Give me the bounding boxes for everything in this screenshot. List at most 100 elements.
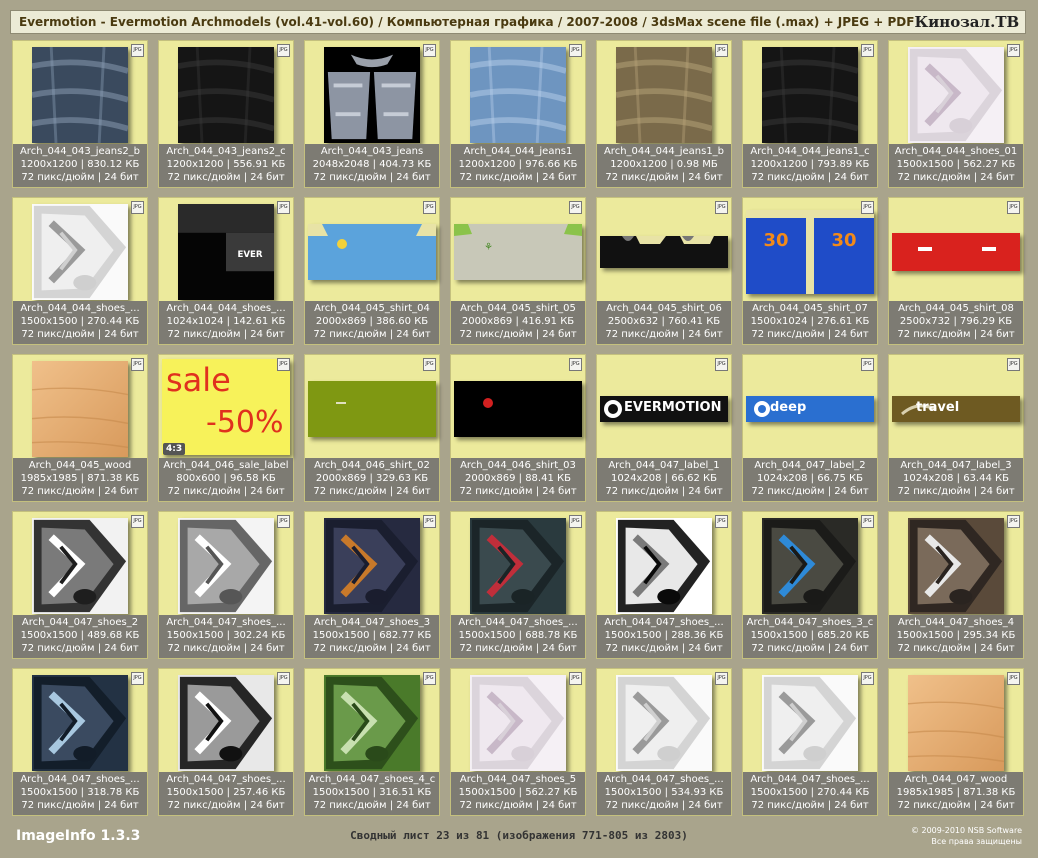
thumbnail-image[interactable]: deep <box>746 396 874 422</box>
thumbnail-cell[interactable]: JPG Arch_044_047_shoes_... 1500x1500 | 688… <box>450 511 586 659</box>
thumbnail-image[interactable]: travel <box>892 396 1020 422</box>
thumbnail-image[interactable] <box>616 675 712 771</box>
jpg-format-icon: JPG <box>1007 515 1020 528</box>
thumbnail-cell[interactable]: JPG Arch_044_045_wood 1985x1985 | 871.38 К… <box>12 354 148 502</box>
thumbnail-image[interactable] <box>616 47 712 143</box>
sale-text: sale <box>166 361 231 399</box>
thumbnail-cell[interactable]: JPG Arch_044_047_shoes_4_c 1500x1500 | 316… <box>304 668 440 816</box>
thumbnail-cell[interactable]: 30 30 JPG Arch_044_045_shirt_07 1500x1024 | … <box>742 197 878 345</box>
thumbnail-cell[interactable]: JPG Arch_044_044_shoes_01 1500x1500 | 562.… <box>888 40 1024 188</box>
file-meta: 72 пикс/дюйм | 24 бит <box>605 172 723 183</box>
jpg-format-icon: JPG <box>1007 201 1020 214</box>
thumbnail-cell[interactable]: JPG Arch_044_043_jeans 2048x2048 | 404.73 … <box>304 40 440 188</box>
thumbnail-image[interactable] <box>32 361 128 457</box>
thumbnail-cell[interactable]: JPG Arch_044_044_jeans1_b 1200x1200 | 0.98… <box>596 40 732 188</box>
thumbnail-image[interactable] <box>308 224 436 280</box>
thumbnail-image[interactable] <box>470 47 566 143</box>
thumbnail-info: Arch_044_045_wood 1985x1985 | 871.38 КБ 72… <box>13 458 147 501</box>
thumbnail-image[interactable] <box>470 675 566 771</box>
thumbnail-cell[interactable]: JPG Arch_044_045_shirt_04 2000x869 | 386.6… <box>304 197 440 345</box>
thumbnail-image[interactable] <box>892 233 1020 271</box>
thumbnail-image[interactable] <box>32 518 128 614</box>
thumbnail-cell[interactable]: JPG Arch_044_047_shoes_5 1500x1500 | 562.2… <box>450 668 586 816</box>
thumbnail-cell[interactable]: JPG Arch_044_047_shoes_... 1500x1500 | 534… <box>596 668 732 816</box>
thumbnail-cell[interactable]: JPG Arch_044_047_shoes_... 1500x1500 | 270… <box>742 668 878 816</box>
file-meta: 72 пикс/дюйм | 24 бит <box>897 329 1015 340</box>
thumbnail-cell[interactable]: JPG Arch_044_046_shirt_03 2000x869 | 88.41… <box>450 354 586 502</box>
thumbnail-cell[interactable]: JPG Arch_044_047_shoes_4 1500x1500 | 295.3… <box>888 511 1024 659</box>
file-dims: 1500x1500 | 295.34 КБ <box>896 630 1016 641</box>
file-dims: 1500x1024 | 276.61 КБ <box>750 316 870 327</box>
file-name: Arch_044_047_shoes_4 <box>897 617 1015 628</box>
thumbnail-image[interactable] <box>178 47 274 143</box>
file-meta: 72 пикс/дюйм | 24 бит <box>167 172 285 183</box>
thumbnail-image[interactable]: EVERMOTION <box>600 396 728 422</box>
thumbnail-image[interactable] <box>600 236 728 268</box>
thumbnail-image[interactable] <box>178 675 274 771</box>
thumbnail-image[interactable] <box>324 47 420 143</box>
thumbnail-image[interactable] <box>32 47 128 143</box>
thumbnail-image[interactable] <box>324 518 420 614</box>
jpg-format-icon: JPG <box>861 201 874 214</box>
thumbnail-cell[interactable]: EVERMOTION JPG Arch_044_047_label_1 1024x20… <box>596 354 732 502</box>
thumbnail-info: Arch_044_047_shoes_... 1500x1500 | 688.78… <box>451 615 585 658</box>
thumbnail-image[interactable]: EVER <box>178 204 274 300</box>
thumbnail-cell[interactable]: JPG Arch_044_045_shirt_06 2500x632 | 760.4… <box>596 197 732 345</box>
file-name: Arch_044_044_shoes_01 <box>894 146 1018 157</box>
thumbnail-image[interactable] <box>454 381 582 437</box>
thumbnail-cell[interactable]: JPG Arch_044_045_shirt_08 2500x732 | 796.2… <box>888 197 1024 345</box>
file-meta: 72 пикс/дюйм | 24 бит <box>897 643 1015 654</box>
thumbnail-image[interactable] <box>324 675 420 771</box>
thumbnail-cell[interactable]: JPG Arch_044_047_shoes_... 1500x1500 | 288… <box>596 511 732 659</box>
thumbnail-image[interactable] <box>762 518 858 614</box>
thumbnail-image[interactable] <box>32 204 128 300</box>
thumbnail-image[interactable] <box>470 518 566 614</box>
thumbnail-image[interactable] <box>762 47 858 143</box>
thumbnail-image[interactable] <box>308 381 436 437</box>
thumbnail-grid: JPG Arch_044_043_jeans2_b 1200x1200 | 830.… <box>12 40 1028 816</box>
thumbnail-image[interactable]: sale -50% <box>162 359 290 455</box>
thumbnail-image[interactable] <box>32 675 128 771</box>
thumbnail-cell[interactable]: JPG Arch_044_044_jeans1_c 1200x1200 | 793.… <box>742 40 878 188</box>
file-name: Arch_044_045_shirt_04 <box>314 303 430 314</box>
thumbnail-cell[interactable]: JPG Arch_044_043_jeans2_c 1200x1200 | 556.… <box>158 40 294 188</box>
brand-logo: Кинозал.ТВ <box>914 13 1020 31</box>
thumbnail-cell[interactable]: EVER JPG Arch_044_044_shoes_... 1024x1024 |… <box>158 197 294 345</box>
thumbnail-info: Arch_044_047_shoes_3_c 1500x1500 | 685.20… <box>743 615 877 658</box>
thumbnail-cell[interactable]: sale -50% JPG 4:3 Arch_044_046_sale_label 800… <box>158 354 294 502</box>
thumbnail-info: Arch_044_045_shirt_06 2500x632 | 760.41 К… <box>597 301 731 344</box>
thumbnail-image[interactable] <box>908 47 1004 143</box>
thumbnail-cell[interactable]: JPG Arch_044_044_shoes_... 1500x1500 | 270… <box>12 197 148 345</box>
thumbnail-info: Arch_044_044_jeans1 1200x1200 | 976.66 КБ… <box>451 144 585 187</box>
thumbnail-cell[interactable]: JPG Arch_044_047_shoes_3_c 1500x1500 | 685… <box>742 511 878 659</box>
thumbnail-image[interactable] <box>908 518 1004 614</box>
thumbnail-cell[interactable]: JPG Arch_044_047_shoes_2 1500x1500 | 489.6… <box>12 511 148 659</box>
jpg-format-icon: JPG <box>1007 672 1020 685</box>
thumbnail-cell[interactable]: JPG Arch_044_047_shoes_... 1500x1500 | 318… <box>12 668 148 816</box>
file-dims: 1500x1500 | 270.44 КБ <box>20 316 140 327</box>
file-name: Arch_044_043_jeans2_b <box>19 146 141 157</box>
thumbnail-info: Arch_044_044_jeans1_b 1200x1200 | 0.98 МБ… <box>597 144 731 187</box>
thumbnail-image[interactable] <box>616 518 712 614</box>
thumbnail-cell[interactable]: JPG Arch_044_047_shoes_... 1500x1500 | 257… <box>158 668 294 816</box>
thumbnail-cell[interactable]: JPG Arch_044_047_shoes_... 1500x1500 | 302… <box>158 511 294 659</box>
file-meta: 72 пикс/дюйм | 24 бит <box>21 172 139 183</box>
thumbnail-cell[interactable]: JPG Arch_044_047_shoes_3 1500x1500 | 682.7… <box>304 511 440 659</box>
thumbnail-cell[interactable]: JPG Arch_044_044_jeans1 1200x1200 | 976.66… <box>450 40 586 188</box>
thumbnail-info: Arch_044_044_shoes_... 1500x1500 | 270.44… <box>13 301 147 344</box>
thumbnail-image[interactable] <box>908 675 1004 771</box>
thumbnail-cell[interactable]: deep JPG Arch_044_047_label_2 1024x208 | 66… <box>742 354 878 502</box>
file-dims: 1500x1500 | 316.51 КБ <box>312 787 432 798</box>
thumbnail-cell[interactable]: JPG Arch_044_043_jeans2_b 1200x1200 | 830.… <box>12 40 148 188</box>
thumbnail-image[interactable] <box>178 518 274 614</box>
thumbnail-image[interactable]: 30 30 <box>746 210 874 294</box>
thumbnail-image[interactable]: ⚘ <box>454 224 582 280</box>
thumbnail-image[interactable] <box>762 675 858 771</box>
thumbnail-cell[interactable]: travel JPG Arch_044_047_label_3 1024x208 | … <box>888 354 1024 502</box>
thumbnail-cell[interactable]: JPG Arch_044_047_wood 1985x1985 | 871.38 К… <box>888 668 1024 816</box>
jpg-format-icon: JPG <box>569 672 582 685</box>
file-dims: 2000x869 | 416.91 КБ <box>461 316 575 327</box>
thumbnail-cell[interactable]: ⚘ JPG Arch_044_045_shirt_05 2000x869 | 416.… <box>450 197 586 345</box>
thumbnail-cell[interactable]: JPG Arch_044_046_shirt_02 2000x869 | 329.6… <box>304 354 440 502</box>
copyright-text: © 2009-2010 NSB Software <box>910 826 1022 835</box>
